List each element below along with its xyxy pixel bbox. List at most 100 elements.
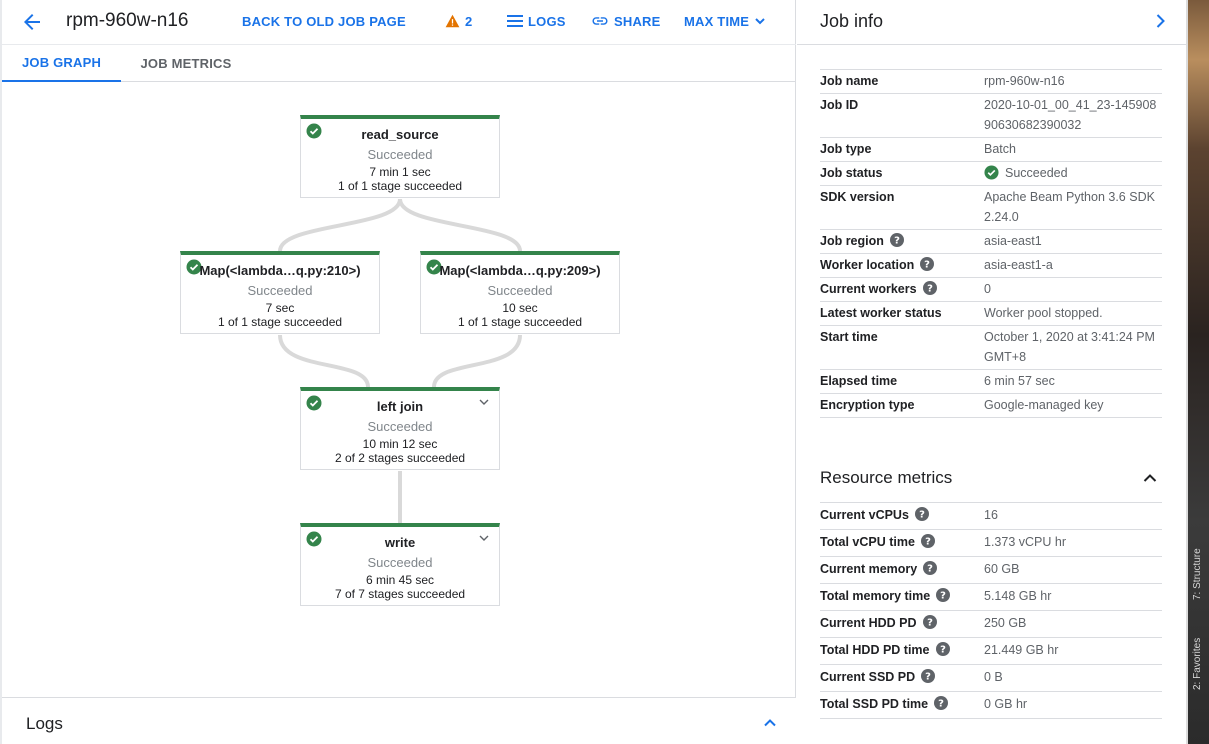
info-key: Job name xyxy=(820,74,879,88)
graph-node-map-210[interactable]: Map(<lambda…q.py:210>) Succeeded 7 sec 1… xyxy=(180,251,380,334)
info-value: Google-managed key xyxy=(984,398,1104,412)
edge-map209-to-join xyxy=(432,334,522,388)
info-key: Job status xyxy=(820,166,883,180)
info-value-cell: Succeeded xyxy=(984,162,1162,186)
help-icon[interactable]: ? xyxy=(923,561,938,575)
info-key: Current workers xyxy=(820,282,917,296)
metric-row: Total memory time? 5.148 GB hr xyxy=(820,583,1162,611)
logs-panel-title: Logs xyxy=(26,714,63,733)
info-row-encryption-type: Encryption type Google-managed key xyxy=(820,393,1162,418)
favorites-side-tab[interactable]: 2: Favorites xyxy=(1192,638,1203,690)
check-circle-icon xyxy=(984,165,999,180)
help-icon[interactable]: ? xyxy=(934,696,949,710)
info-key: Encryption type xyxy=(820,398,915,412)
divider xyxy=(797,44,1186,45)
metric-row: Current HDD PD? 250 GB xyxy=(820,610,1162,638)
logs-panel: Logs xyxy=(2,697,796,744)
help-icon[interactable]: ? xyxy=(889,233,904,247)
back-to-old-label: BACK TO OLD JOB PAGE xyxy=(242,13,406,29)
help-icon[interactable]: ? xyxy=(936,588,951,602)
help-icon[interactable]: ? xyxy=(914,507,929,521)
node-stages: 7 of 7 stages succeeded xyxy=(334,587,466,601)
info-key-cell: Job region? xyxy=(820,230,984,254)
metric-row: Total SSD PD time? 0 GB hr xyxy=(820,691,1162,719)
svg-text:?: ? xyxy=(925,672,931,683)
info-value: asia-east1-a xyxy=(984,258,1053,272)
warning-icon xyxy=(445,14,460,28)
svg-text:?: ? xyxy=(927,564,933,575)
warnings-button[interactable]: 2 xyxy=(445,13,472,29)
help-icon[interactable]: ? xyxy=(920,534,935,548)
svg-text:?: ? xyxy=(924,260,930,271)
help-icon[interactable]: ? xyxy=(922,615,937,629)
job-graph-pane: rpm-960w-n16 BACK TO OLD JOB PAGE 2 LOGS… xyxy=(0,0,796,744)
info-value: asia-east1 xyxy=(984,234,1042,248)
metric-key: Total memory time xyxy=(820,589,931,603)
back-to-old-job-page-button[interactable]: BACK TO OLD JOB PAGE xyxy=(242,13,406,29)
info-row-job-status: Job status Succeeded xyxy=(820,161,1162,186)
metric-value: 1.373 vCPU hr xyxy=(984,535,1066,549)
graph-node-left-join[interactable]: left join Succeeded 10 min 12 sec 2 of 2… xyxy=(300,387,500,470)
graph-node-write[interactable]: write Succeeded 6 min 45 sec 7 of 7 stag… xyxy=(300,523,500,606)
info-key: Start time xyxy=(820,330,878,344)
graph-node-read-source[interactable]: read_source Succeeded 7 min 1 sec 1 of 1… xyxy=(300,115,500,198)
node-name: Map(<lambda…q.py:210>) xyxy=(199,263,361,278)
help-icon[interactable]: ? xyxy=(922,281,937,295)
job-graph-canvas[interactable]: read_source Succeeded 7 min 1 sec 1 of 1… xyxy=(2,83,796,697)
node-status: Succeeded xyxy=(367,147,433,162)
chevron-down-icon xyxy=(754,15,766,27)
info-row-current-workers: Current workers? 0 xyxy=(820,277,1162,302)
structure-side-tab[interactable]: 7: Structure xyxy=(1192,548,1203,600)
info-value: rpm-960w-n16 xyxy=(984,74,1065,88)
tab-job-metrics[interactable]: JOB METRICS xyxy=(121,45,251,82)
metric-key-cell: Total HDD PD time? xyxy=(820,638,984,665)
metric-key-cell: Current vCPUs? xyxy=(820,503,984,530)
chevron-up-icon[interactable] xyxy=(760,713,780,733)
help-icon[interactable]: ? xyxy=(921,669,936,683)
help-icon[interactable]: ? xyxy=(920,257,935,271)
node-time: 7 min 1 sec xyxy=(369,165,431,179)
job-status-value: Succeeded xyxy=(1005,166,1068,180)
info-row-job-type: Job type Batch xyxy=(820,137,1162,162)
metric-key: Current SSD PD xyxy=(820,670,916,684)
share-button[interactable]: SHARE xyxy=(591,13,661,29)
node-stages: 1 of 1 stage succeeded xyxy=(217,315,343,329)
svg-text:?: ? xyxy=(940,591,946,602)
metric-key: Current vCPUs xyxy=(820,508,909,522)
info-value: Batch xyxy=(984,142,1016,156)
logs-button[interactable]: LOGS xyxy=(507,13,566,29)
node-name: read_source xyxy=(361,127,439,142)
node-time: 10 sec xyxy=(502,301,538,315)
metric-key: Current memory xyxy=(820,562,918,576)
info-row-job-name: Job name rpm-960w-n16 xyxy=(820,69,1162,94)
metric-value: 60 GB xyxy=(984,562,1020,576)
metric-key: Current HDD PD xyxy=(820,616,917,630)
info-row-elapsed-time: Elapsed time 6 min 57 sec xyxy=(820,369,1162,394)
tab-job-graph[interactable]: JOB GRAPH xyxy=(2,45,121,82)
info-key: SDK version xyxy=(820,190,895,204)
info-key: Worker location xyxy=(820,258,915,272)
edge-read-to-map209 xyxy=(398,198,522,252)
job-info-title: Job info xyxy=(820,11,884,31)
info-key-cell: Current workers? xyxy=(820,278,984,302)
metric-row: Current memory? 60 GB xyxy=(820,556,1162,584)
node-status: Succeeded xyxy=(487,283,553,298)
info-value: Worker pool stopped. xyxy=(984,306,1103,320)
metric-key: Total SSD PD time xyxy=(820,697,929,711)
chevron-right-icon[interactable] xyxy=(1149,10,1171,32)
max-time-dropdown[interactable]: MAX TIME xyxy=(684,13,766,29)
page-title: rpm-960w-n16 xyxy=(66,10,189,31)
metric-value: 0 GB hr xyxy=(984,697,1028,711)
node-name: Map(<lambda…q.py:209>) xyxy=(439,263,601,278)
metric-row: Current SSD PD? 0 B xyxy=(820,664,1162,692)
metric-key: Total HDD PD time xyxy=(820,643,930,657)
svg-text:?: ? xyxy=(925,537,931,548)
metric-key-cell: Current SSD PD? xyxy=(820,665,984,692)
graph-node-map-209[interactable]: Map(<lambda…q.py:209>) Succeeded 10 sec … xyxy=(420,251,620,334)
chevron-up-icon[interactable] xyxy=(1140,468,1160,488)
arrow-back-icon[interactable] xyxy=(20,10,44,34)
help-icon[interactable]: ? xyxy=(935,642,950,656)
svg-text:?: ? xyxy=(940,645,946,656)
node-name: left join xyxy=(376,399,424,414)
node-stages: 1 of 1 stage succeeded xyxy=(337,179,463,193)
